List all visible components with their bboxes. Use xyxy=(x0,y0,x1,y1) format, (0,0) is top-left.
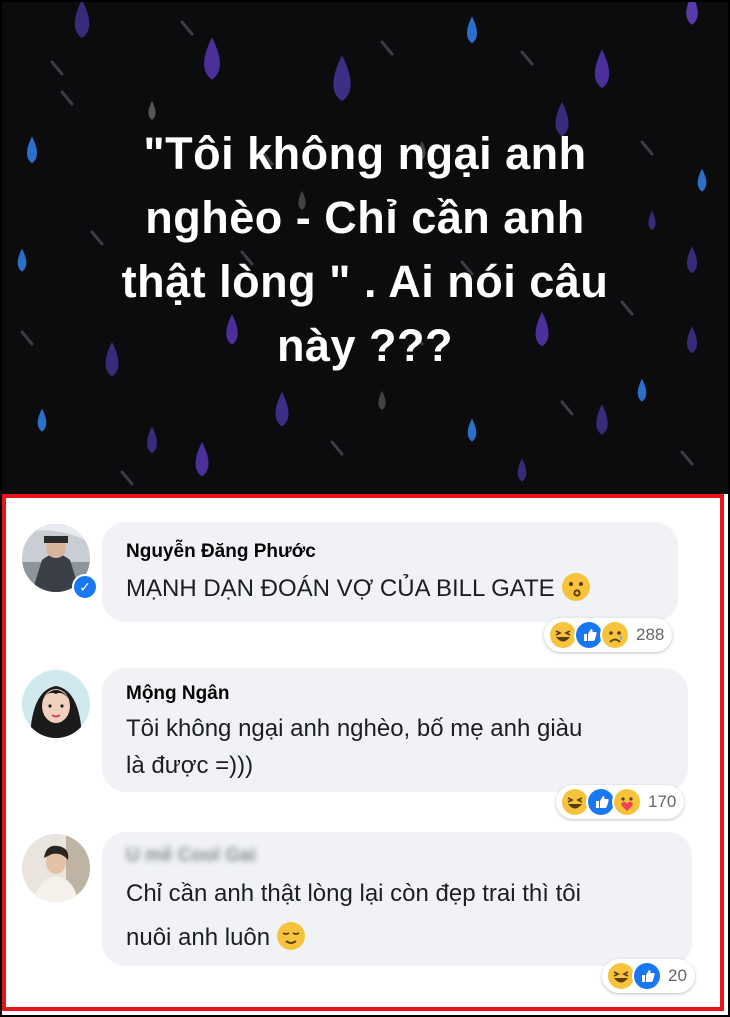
comment-bubble[interactable]: U mê Cool Gai Chỉ cần anh thật lòng lại … xyxy=(102,832,692,966)
avatar-photo xyxy=(22,670,90,738)
rain-streak-shape xyxy=(330,440,344,456)
rain-streak-shape xyxy=(520,50,534,66)
raindrop-shape xyxy=(146,426,158,454)
avatar[interactable] xyxy=(22,670,90,738)
raindrop-shape xyxy=(596,404,608,435)
raindrop-shape xyxy=(467,418,477,442)
rain-streak-shape xyxy=(50,60,64,76)
post-banner: "Tôi không ngại anh nghèo - Chỉ cần anh … xyxy=(2,2,728,494)
comment-2: Mộng Ngân Tôi không ngại anh nghèo, bố m… xyxy=(6,658,720,819)
kissing-face-icon xyxy=(561,572,591,602)
rain-streak-shape xyxy=(560,400,574,416)
comment-1: ✓ Nguyễn Đăng Phước MẠNH DẠN ĐOÁN VỢ CỦA… xyxy=(6,498,720,658)
comment-author[interactable]: Nguyễn Đăng Phước xyxy=(126,540,656,564)
rain-streak-shape xyxy=(120,470,134,486)
raindrop-shape xyxy=(686,2,698,25)
reaction-count: 20 xyxy=(668,966,687,985)
post-text-line: này ??? xyxy=(276,320,453,371)
post-text-line: "Tôi không ngại anh xyxy=(143,128,587,179)
rain-streak-shape xyxy=(180,20,194,36)
raindrop-shape xyxy=(466,16,478,44)
comment-author[interactable]: Mộng Ngân xyxy=(126,682,666,706)
reaction-summary[interactable]: 288 xyxy=(544,618,673,652)
raindrop-shape xyxy=(195,441,209,477)
sad-reaction-icon xyxy=(600,620,630,650)
comment-author[interactable]: U mê Cool Gai xyxy=(126,844,670,868)
avatar[interactable] xyxy=(22,834,90,902)
comment-text: MẠNH DẠN ĐOÁN VỢ CỦA BILL GATE xyxy=(126,570,656,608)
rain-streak-shape xyxy=(20,330,34,346)
rain-streak-shape xyxy=(680,450,694,466)
raindrop-shape xyxy=(204,37,220,80)
raindrop-shape xyxy=(74,2,90,39)
raindrop-shape xyxy=(275,391,289,427)
raindrop-shape xyxy=(637,378,647,402)
like-reaction-icon xyxy=(632,961,662,991)
comment-bubble[interactable]: Nguyễn Đăng Phước MẠNH DẠN ĐOÁN VỢ CỦA B… xyxy=(102,522,678,622)
comment-text-line: là được =))) xyxy=(126,752,254,779)
post-text-line: nghèo - Chỉ cần anh xyxy=(145,192,585,243)
raindrop-shape xyxy=(17,248,27,272)
raindrop-shape xyxy=(378,390,386,410)
comment-text-content: MẠNH DẠN ĐOÁN VỢ CỦA BILL GATE xyxy=(126,575,555,602)
raindrop-shape xyxy=(148,100,156,120)
verified-badge-icon: ✓ xyxy=(72,574,98,600)
raindrop-shape xyxy=(26,136,38,164)
post-text: "Tôi không ngại anh nghèo - Chỉ cần anh … xyxy=(62,122,668,378)
avatar-photo xyxy=(22,834,90,902)
raindrop-shape xyxy=(697,168,707,192)
comment-bubble[interactable]: Mộng Ngân Tôi không ngại anh nghèo, bố m… xyxy=(102,668,688,792)
comment-text-content: nuôi anh luôn xyxy=(126,924,271,951)
comments-highlight-box: ✓ Nguyễn Đăng Phước MẠNH DẠN ĐOÁN VỢ CỦA… xyxy=(2,494,724,1011)
raindrop-shape xyxy=(686,326,698,354)
comment-text-line: nuôi anh luôn xyxy=(126,916,670,960)
rain-streak-shape xyxy=(380,40,394,56)
raindrop-shape xyxy=(594,49,610,88)
reaction-count: 288 xyxy=(636,625,665,644)
care-reaction-icon xyxy=(612,787,642,817)
comment-3: U mê Cool Gai Chỉ cần anh thật lòng lại … xyxy=(6,818,720,1008)
comment-text-line: Chỉ cần anh thật lòng lại còn đẹp trai t… xyxy=(126,880,581,907)
reaction-summary[interactable]: 20 xyxy=(602,959,695,993)
raindrop-shape xyxy=(517,458,527,482)
raindrop-shape xyxy=(333,55,351,102)
reaction-count: 170 xyxy=(648,792,677,811)
relieved-face-icon xyxy=(276,921,306,951)
comment-text: Chỉ cần anh thật lòng lại còn đẹp trai t… xyxy=(126,872,670,960)
comment-text-line: Tôi không ngại anh nghèo, bố mẹ anh giàu xyxy=(126,715,583,742)
rain-streak-shape xyxy=(60,90,74,106)
post-text-line: thật lòng " . Ai nói câu xyxy=(121,256,609,307)
reaction-summary[interactable]: 170 xyxy=(556,785,685,819)
raindrop-shape xyxy=(37,408,47,432)
comment-text: Tôi không ngại anh nghèo, bố mẹ anh giàu… xyxy=(126,710,666,784)
raindrop-shape xyxy=(686,246,698,274)
